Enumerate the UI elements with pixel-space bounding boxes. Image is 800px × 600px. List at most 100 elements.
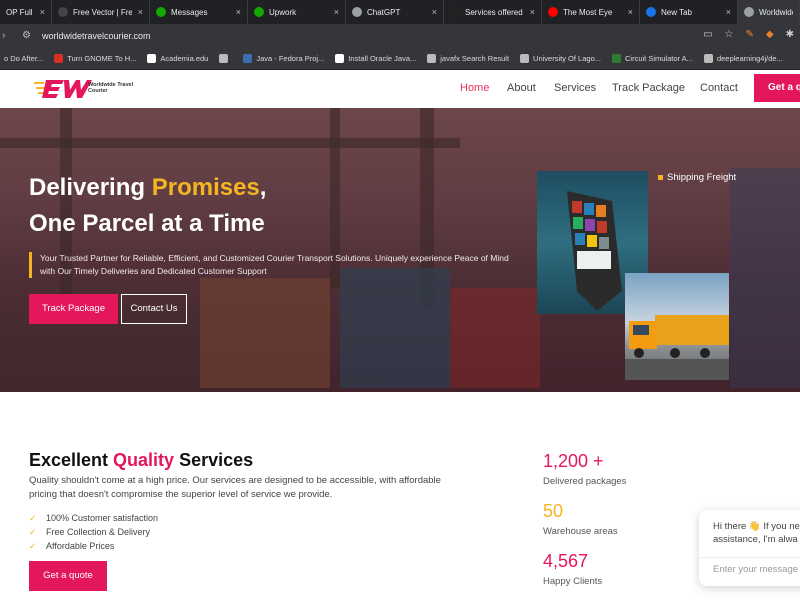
browser-tab[interactable]: New Tab × — [640, 0, 738, 24]
puzzle-icon[interactable]: ✱ — [786, 29, 794, 40]
bookmark-item[interactable]: deeplearning4j/de... — [700, 54, 790, 63]
container-stack — [200, 278, 330, 388]
tab-label: Messages — [171, 8, 230, 17]
bookmark-label: Circuit Simulator A... — [625, 54, 693, 63]
browser-tab[interactable]: Messages × — [150, 0, 248, 24]
tab-label: ChatGPT — [367, 8, 426, 17]
bookmark-item[interactable]: Install Oracle Java... — [331, 54, 423, 63]
bookmark-item[interactable] — [215, 54, 239, 63]
bookmark-item[interactable]: Java - Fedora Proj... — [239, 54, 331, 63]
tab-close-icon[interactable]: × — [236, 7, 241, 17]
bookmark-favicon-icon — [612, 54, 621, 63]
bookmark-item[interactable]: Turn GNOME To H... — [50, 54, 143, 63]
browser-tab[interactable]: The Most Eye × — [542, 0, 640, 24]
label-marker — [658, 175, 663, 180]
bookmark-label: javafx Search Result — [440, 54, 509, 63]
browser-tab[interactable]: Upwork × — [248, 0, 346, 24]
track-package-button[interactable]: Track Package — [29, 294, 118, 324]
logo-text: Worldwide Travel Courier — [88, 82, 136, 94]
hero-tagline: Your Trusted Partner for Reliable, Effic… — [29, 252, 519, 278]
shipping-freight-text: Shipping Freight — [667, 172, 736, 183]
tab-label: Upwork — [269, 8, 328, 17]
truck-image — [625, 273, 729, 380]
browser-tab[interactable]: ChatGPT × — [346, 0, 444, 24]
stat-clients-label: Happy Clients — [543, 576, 602, 587]
browser-tab[interactable]: Free Vector | Fre× — [52, 0, 150, 24]
feature-item: ✓Free Collection & Delivery — [29, 525, 158, 539]
feature-item: ✓Affordable Prices — [29, 539, 158, 553]
site-settings-icon[interactable]: ⚙ — [22, 30, 34, 42]
bookmark-favicon-icon — [335, 54, 344, 63]
bookmark-favicon-icon — [243, 54, 252, 63]
stat-warehouse-label: Warehouse areas — [543, 526, 618, 537]
hero-title-line2: One Parcel at a Time — [29, 210, 265, 238]
tab-favicon-icon — [352, 7, 362, 17]
tab-close-icon[interactable]: × — [138, 7, 143, 17]
bookmark-label: deeplearning4j/de... — [717, 54, 783, 63]
get-quote-button[interactable]: Get a quote — [29, 561, 107, 591]
contact-us-button[interactable]: Contact Us — [121, 294, 187, 324]
tab-favicon-icon — [548, 7, 558, 17]
site-header: Worldwide Travel Courier Home About Serv… — [0, 70, 800, 108]
container-stack — [450, 288, 540, 388]
bookmark-item[interactable]: Circuit Simulator A... — [608, 54, 700, 63]
browser-tab[interactable]: Worldwide — [738, 0, 800, 24]
container-stack — [730, 168, 800, 388]
tab-label: Services offered — [465, 8, 524, 17]
tab-label: OP Full Co — [6, 8, 34, 17]
tab-close-icon[interactable]: × — [40, 7, 45, 17]
tab-favicon-icon — [156, 7, 166, 17]
bookmark-label: Java - Fedora Proj... — [256, 54, 324, 63]
bookmark-favicon-icon — [704, 54, 713, 63]
stat-clients-number: 4,567 — [543, 551, 588, 572]
pen-icon[interactable]: ✎ — [746, 29, 754, 40]
nav-services[interactable]: Services — [554, 82, 596, 94]
screen-share-icon[interactable]: ▭ — [703, 29, 712, 40]
nav-contact[interactable]: Contact — [700, 82, 738, 94]
bookmark-star-icon[interactable]: ☆ — [725, 29, 734, 40]
browser-tab-bar: OP Full Co×Free Vector | Fre×Messages×Up… — [0, 0, 800, 24]
nav-about[interactable]: About — [507, 82, 536, 94]
tab-close-icon[interactable]: × — [334, 7, 339, 17]
browser-tab[interactable]: OP Full Co × — [0, 0, 52, 24]
bookmark-label: University Of Lago... — [533, 54, 601, 63]
bookmark-favicon-icon — [147, 54, 156, 63]
tab-close-icon[interactable]: × — [530, 7, 535, 17]
bookmark-label: Install Oracle Java... — [348, 54, 416, 63]
nav-track-package[interactable]: Track Package — [612, 82, 685, 94]
shipping-freight-label: Shipping Freight — [658, 172, 736, 183]
bookmark-favicon-icon — [520, 54, 529, 63]
bookmark-label: o Do After... — [4, 54, 43, 63]
tab-label: Worldwide — [759, 8, 793, 17]
hero-title-line1: Delivering Promises, — [29, 174, 266, 202]
bookmark-label: Turn GNOME To H... — [67, 54, 136, 63]
tab-favicon-icon — [744, 7, 754, 17]
bookmarks-bar: o Do After... Turn GNOME To H... Academia.… — [0, 48, 800, 70]
bookmark-label: Academia.edu — [160, 54, 208, 63]
address-bar: › ⚙ worldwidetravelcourier.com ▭ ☆ ✎ ◆ ✱ — [0, 24, 800, 48]
bookmark-item[interactable]: o Do After... — [0, 54, 50, 63]
bookmark-favicon-icon — [54, 54, 63, 63]
check-icon: ✓ — [29, 541, 37, 552]
tab-label: New Tab — [661, 8, 720, 17]
check-icon: ✓ — [29, 513, 37, 524]
bookmark-item[interactable]: Academia.edu — [143, 54, 215, 63]
chat-widget[interactable]: Hi there 👋 If you ne assistance, I'm alw… — [699, 510, 800, 586]
back-icon[interactable]: › — [2, 30, 5, 41]
url-field[interactable]: worldwidetravelcourier.com — [42, 31, 151, 41]
bookmark-item[interactable]: javafx Search Result — [423, 54, 516, 63]
tab-close-icon[interactable]: × — [726, 7, 731, 17]
feature-item: ✓100% Customer satisfaction — [29, 511, 158, 525]
tab-close-icon[interactable]: × — [432, 7, 437, 17]
browser-tab[interactable]: Services offered × — [444, 0, 542, 24]
tab-close-icon[interactable]: × — [628, 7, 633, 17]
extension-icon[interactable]: ◆ — [766, 29, 774, 40]
quality-description: Quality shouldn't come at a high price. … — [29, 474, 469, 502]
nav-home[interactable]: Home — [460, 82, 489, 94]
tab-favicon-icon — [646, 7, 656, 17]
bookmark-item[interactable]: University Of Lago... — [516, 54, 608, 63]
chat-message-input[interactable]: Enter your message — [713, 564, 798, 575]
tab-label: The Most Eye — [563, 8, 622, 17]
header-get-quote-button[interactable]: Get a qu — [754, 74, 800, 102]
feature-list: ✓100% Customer satisfaction ✓Free Collec… — [29, 511, 158, 553]
